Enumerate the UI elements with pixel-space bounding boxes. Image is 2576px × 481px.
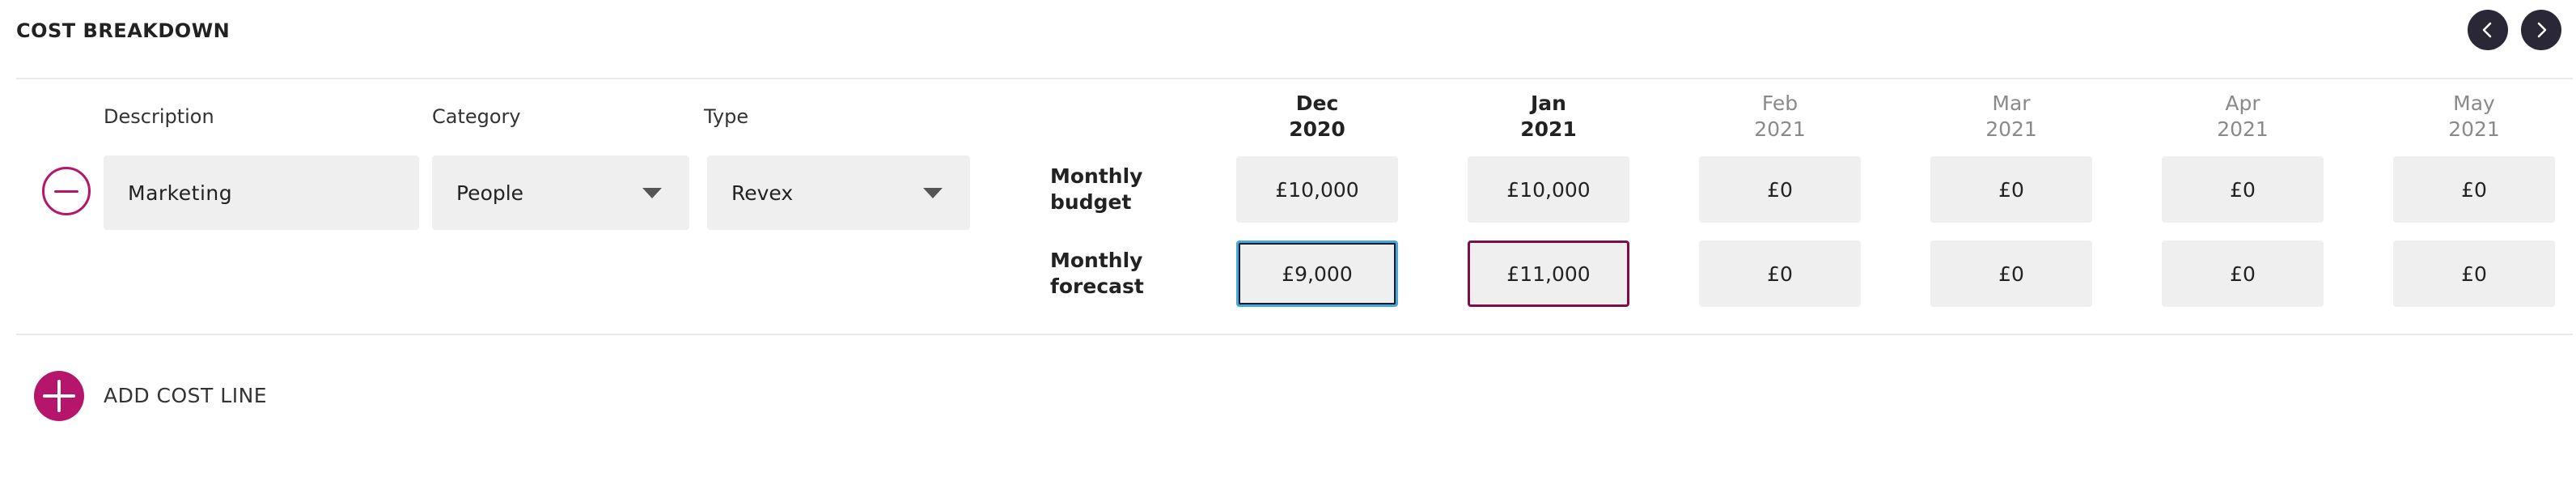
page-title: COST BREAKDOWN bbox=[16, 19, 231, 42]
minus-circle-icon bbox=[54, 189, 78, 193]
forecast-input-jan-2021[interactable]: £11,000 bbox=[1468, 240, 1629, 307]
remove-cost-line-button[interactable] bbox=[42, 167, 91, 215]
forecast-input-apr-2021[interactable]: £0 bbox=[2162, 240, 2324, 307]
add-cost-line-button[interactable] bbox=[34, 371, 84, 421]
forecast-input-feb-2021[interactable]: £0 bbox=[1699, 240, 1861, 307]
description-input[interactable]: Marketing bbox=[104, 155, 419, 230]
caret-down-icon bbox=[923, 188, 943, 198]
type-select-value: Revex bbox=[731, 181, 794, 205]
forecast-input-may-2021[interactable]: £0 bbox=[2393, 240, 2555, 307]
next-months-button[interactable] bbox=[2521, 10, 2561, 50]
header-divider bbox=[16, 78, 2573, 79]
forecast-input-mar-2021[interactable]: £0 bbox=[1930, 240, 2092, 307]
month-header-mar-2021: Mar 2021 bbox=[1985, 92, 2037, 141]
category-select[interactable]: People bbox=[432, 155, 689, 230]
forecast-input-dec-2020[interactable]: £9,000 bbox=[1236, 240, 1398, 307]
budget-input-feb-2021[interactable]: £0 bbox=[1699, 156, 1861, 223]
add-cost-line-label[interactable]: ADD COST LINE bbox=[104, 384, 267, 407]
previous-months-button[interactable] bbox=[2468, 10, 2508, 50]
month-header-may-2021: May 2021 bbox=[2448, 92, 2500, 141]
budget-input-dec-2020[interactable]: £10,000 bbox=[1236, 156, 1398, 223]
type-select[interactable]: Revex bbox=[707, 155, 970, 230]
month-header-dec-2020: Dec 2020 bbox=[1289, 92, 1345, 141]
budget-input-may-2021[interactable]: £0 bbox=[2393, 156, 2555, 223]
budget-input-jan-2021[interactable]: £10,000 bbox=[1468, 156, 1629, 223]
monthly-forecast-label: Monthly forecast bbox=[1050, 249, 1144, 298]
caret-down-icon bbox=[642, 188, 662, 198]
monthly-budget-label: Monthly budget bbox=[1050, 164, 1143, 214]
chevron-left-icon bbox=[2482, 22, 2492, 38]
section-divider bbox=[16, 334, 2573, 335]
budget-input-mar-2021[interactable]: £0 bbox=[1930, 156, 2092, 223]
budget-input-apr-2021[interactable]: £0 bbox=[2162, 156, 2324, 223]
description-column-label: Description bbox=[104, 105, 214, 128]
category-column-label: Category bbox=[432, 105, 521, 128]
month-header-jan-2021: Jan 2021 bbox=[1520, 92, 1577, 141]
month-header-apr-2021: Apr 2021 bbox=[2217, 92, 2269, 141]
type-column-label: Type bbox=[704, 105, 749, 128]
chevron-right-icon bbox=[2537, 22, 2547, 38]
month-header-feb-2021: Feb 2021 bbox=[1754, 92, 1806, 141]
category-select-value: People bbox=[456, 181, 524, 205]
